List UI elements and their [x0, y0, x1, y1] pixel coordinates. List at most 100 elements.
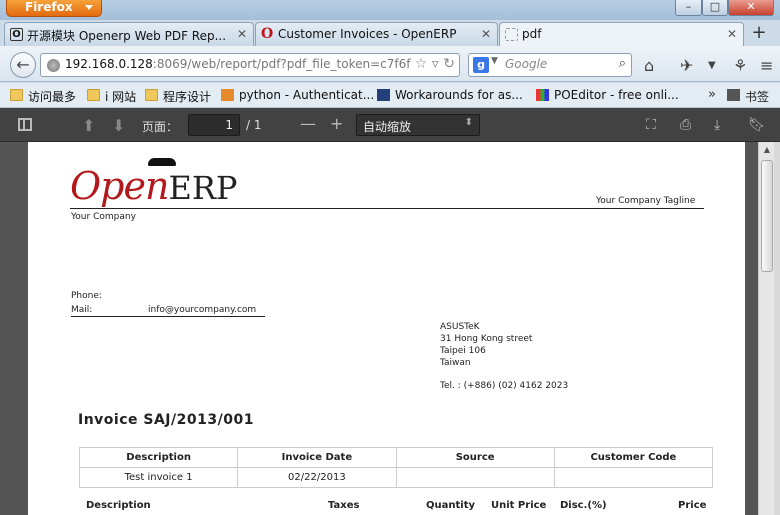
- mail-value: info@yourcompany.com: [148, 305, 257, 315]
- bookmarks-overflow-button[interactable]: »: [708, 87, 716, 102]
- company-logo: OpenERP: [70, 158, 238, 208]
- print-icon[interactable]: ⎙: [680, 117, 691, 133]
- extension-icon[interactable]: ⚘: [733, 56, 747, 75]
- stackoverflow-icon: [221, 89, 234, 101]
- bookmark-workarounds[interactable]: Workarounds for as...: [377, 88, 523, 102]
- scrollbar-thumb[interactable]: [761, 160, 773, 272]
- zoom-in-button[interactable]: +: [330, 114, 343, 133]
- maximize-button[interactable]: □: [702, 0, 728, 16]
- vertical-scrollbar[interactable]: ▲: [758, 142, 774, 515]
- zoom-value: 自动缩放: [363, 120, 412, 134]
- chevron-down-icon: [85, 5, 93, 10]
- menu-icon[interactable]: ≡: [760, 56, 773, 75]
- sidebar-toggle-icon[interactable]: [18, 118, 32, 131]
- chevron-down-icon[interactable]: ▼: [708, 60, 716, 71]
- table-header-cell: Description: [78, 447, 239, 468]
- minimize-button[interactable]: –: [675, 0, 702, 16]
- close-icon[interactable]: ✕: [237, 27, 247, 41]
- window-titlebar: Firefox – □ ✕: [0, 0, 780, 20]
- contact-divider: [71, 316, 265, 317]
- close-icon[interactable]: ✕: [481, 27, 491, 41]
- close-window-button[interactable]: ✕: [728, 0, 774, 16]
- page-number-input[interactable]: 1: [188, 114, 240, 136]
- bookmark-i-sites[interactable]: i 网站: [87, 88, 136, 105]
- tab-title: 开源模块 Openerp Web PDF Rep...: [27, 29, 227, 43]
- pdf-viewer[interactable]: OpenERP Your Company Tagline Your Compan…: [0, 142, 780, 515]
- pdf-page: OpenERP Your Company Tagline Your Compan…: [28, 142, 745, 515]
- folder-icon: [145, 89, 158, 101]
- bookmark-label: i 网站: [105, 90, 137, 104]
- home-icon[interactable]: ⌂: [644, 56, 654, 75]
- bookmark-programming[interactable]: 程序设计: [145, 88, 211, 105]
- window-border: [774, 142, 780, 515]
- url-path: :8069/web/report/pdf?pdf_file_token=c7f6…: [152, 57, 414, 71]
- next-page-icon[interactable]: ⬇: [112, 116, 125, 135]
- search-box[interactable]: g ▼ Google ⌕: [468, 53, 632, 77]
- table-row: Test invoice 1 02/22/2013: [78, 467, 714, 488]
- zoom-out-button[interactable]: —: [300, 114, 316, 133]
- customer-phone: Tel. : (+886) (02) 4162 2023: [440, 381, 569, 391]
- logo-erp-text: ERP: [168, 169, 238, 207]
- invoice-title: Invoice SAJ/2013/001: [78, 412, 254, 428]
- column-header: Taxes: [328, 500, 360, 511]
- chevron-down-icon[interactable]: ▼: [491, 56, 498, 66]
- bookmark-icon[interactable]: 🔖︎: [748, 117, 766, 133]
- firefox-button-label: Firefox: [25, 0, 73, 14]
- column-header: Price: [678, 500, 707, 511]
- page-count: / 1: [246, 118, 262, 132]
- pdf-toolbar: ⬆ ⬇ 页面： 1 / 1 — + 自动缩放 ⬍ ⛶ ⎙ ⤓ 🔖︎: [0, 108, 780, 142]
- back-button[interactable]: ←: [10, 52, 36, 78]
- new-tab-button[interactable]: +: [748, 23, 770, 45]
- reload-icon[interactable]: ↻: [443, 56, 455, 72]
- url-bar[interactable]: 192.168.0.128:8069/web/report/pdf?pdf_fi…: [40, 53, 460, 77]
- bookmarks-menu-button[interactable]: 书签: [727, 88, 769, 105]
- download-icon[interactable]: ⤓: [714, 117, 720, 133]
- back-arrow-icon: ←: [16, 55, 30, 74]
- table-cell: [395, 467, 555, 488]
- bookmark-page-icon: [377, 89, 390, 101]
- bookmark-python-auth[interactable]: python - Authenticat...: [221, 88, 374, 102]
- bookmark-label: Workarounds for as...: [395, 88, 523, 102]
- scroll-up-icon[interactable]: ▲: [759, 142, 775, 158]
- previous-page-icon[interactable]: ⬆: [82, 116, 95, 135]
- firefox-menu-button[interactable]: Firefox: [6, 0, 102, 17]
- column-header: Quantity: [426, 500, 475, 511]
- star-icon[interactable]: ☆: [415, 56, 428, 72]
- chevron-updown-icon: ⬍: [464, 117, 473, 128]
- tab-pdf[interactable]: pdf ✕: [499, 22, 744, 46]
- logo-open-text: Open: [70, 164, 169, 208]
- dropdown-icon[interactable]: ▿: [432, 56, 439, 72]
- mail-label: Mail:: [71, 305, 93, 315]
- invoice-lines-header: Description Taxes Quantity Unit Price Di…: [86, 500, 706, 514]
- search-icon[interactable]: ⌕: [619, 56, 626, 71]
- blank-page-icon: [505, 28, 518, 41]
- bookmark-label: 程序设计: [163, 90, 212, 104]
- close-icon[interactable]: ✕: [727, 27, 737, 41]
- bookmark-most-visited[interactable]: 访问最多: [10, 88, 76, 105]
- company-name: Your Company: [71, 212, 136, 222]
- table-header-cell: Invoice Date: [237, 447, 397, 468]
- openerp-o-icon: O: [10, 28, 23, 41]
- table-header-cell: Customer Code: [553, 447, 714, 468]
- customer-name: ASUSTeK: [440, 322, 480, 332]
- column-header: Description: [86, 500, 151, 511]
- zoom-select[interactable]: 自动缩放 ⬍: [356, 114, 480, 136]
- url-host: 192.168.0.128: [65, 57, 153, 71]
- addon-icon[interactable]: ✈: [680, 56, 693, 75]
- bookmark-label: POEditor - free onli...: [554, 88, 679, 102]
- fullscreen-icon[interactable]: ⛶: [646, 117, 656, 133]
- tab-openerp-module[interactable]: O 开源模块 Openerp Web PDF Rep... ✕: [4, 22, 254, 46]
- google-icon[interactable]: g: [473, 57, 489, 73]
- tab-customer-invoices[interactable]: O Customer Invoices - OpenERP ✕: [255, 22, 498, 46]
- column-header: Disc.(%): [560, 500, 607, 511]
- folder-icon: [10, 89, 23, 101]
- bookmark-label: 访问最多: [28, 90, 77, 104]
- phone-label: Phone:: [71, 291, 102, 301]
- globe-icon: [47, 59, 60, 72]
- table-header-row: Description Invoice Date Source Customer…: [78, 447, 714, 468]
- bookmark-poeditor[interactable]: POEditor - free onli...: [536, 88, 679, 102]
- header-divider: [70, 208, 704, 209]
- bookmark-label: python - Authenticat...: [239, 88, 375, 102]
- table-cell: Test invoice 1: [78, 467, 239, 488]
- tab-strip: O 开源模块 Openerp Web PDF Rep... ✕ O Custom…: [0, 20, 780, 46]
